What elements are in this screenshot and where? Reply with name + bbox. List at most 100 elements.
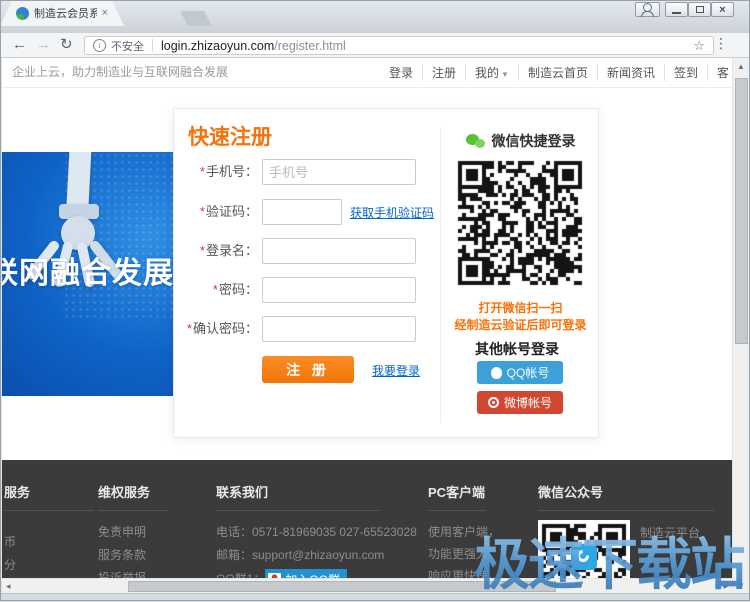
get-code-link[interactable]: 获取手机验证码 [350, 204, 434, 221]
footer-divider [428, 510, 486, 511]
new-tab-button[interactable] [180, 11, 212, 26]
nav-mine[interactable]: 我的 ▼ [466, 64, 519, 81]
qq1-label: QQ群1： [216, 568, 265, 579]
form-title: 快速注册 [188, 126, 272, 149]
join-qq-group-button[interactable]: 加入QQ群 [265, 568, 348, 578]
footer-link-disclaimer[interactable]: 免责申明 [98, 521, 168, 544]
footer-heading: 联系我们 [216, 485, 269, 500]
vertical-scrollbar-thumb[interactable] [735, 78, 748, 344]
footer-heading: PC客户端 [428, 485, 486, 500]
nav-signin[interactable]: 签到 [665, 64, 708, 81]
tab-title: 制造云会员系统 | 注册 [34, 8, 97, 20]
scroll-right-icon[interactable]: ▸ [723, 580, 728, 593]
username-input[interactable] [262, 238, 416, 264]
refresh-icon[interactable]: ↻ [60, 36, 73, 54]
close-icon: × [719, 3, 726, 16]
site-slogan: 企业上云，助力制造业与互联网融合发展 [12, 65, 229, 79]
footer-link-report[interactable]: 投诉举报 [98, 567, 168, 578]
field-row-code: *验证码： 获取手机验证码 [174, 199, 440, 225]
nav-home[interactable]: 制造云首页 [519, 64, 598, 81]
profile-button[interactable] [635, 2, 660, 17]
footer-col-service: 服务 币 分 合作 [4, 482, 94, 578]
contact-email: 邮箱：support@zhizaoyun.com [216, 548, 385, 562]
footer-divider [538, 510, 714, 511]
scroll-left-icon[interactable]: ◂ [6, 580, 11, 593]
scroll-up-icon[interactable]: ▲ [733, 62, 749, 71]
nav-register[interactable]: 注册 [423, 64, 466, 81]
footer-col-contact: 联系我们 电话：0571-81969035 027-65523028 邮箱：su… [216, 482, 417, 578]
footer-col-rights: 维权服务 免责申明 服务条款 投诉举报 [98, 482, 168, 578]
banner-headline: 联网融合发展 [2, 257, 173, 290]
code-label: *验证码： [199, 204, 258, 219]
footer-link[interactable]: 分 [4, 554, 94, 577]
footer-col-client: PC客户端 使用客户端， 功能更强大， 响应更快速。 下载 [428, 482, 502, 578]
chevron-down-icon: ▼ [501, 70, 509, 79]
forward-icon[interactable]: → [36, 36, 51, 54]
bookmark-star-icon[interactable]: ☆ [693, 38, 705, 54]
info-icon[interactable]: i [93, 39, 106, 52]
maximize-icon [695, 6, 704, 13]
client-line: 功能更强大， [428, 547, 501, 561]
weibo-login-button[interactable]: 微博帐号 [477, 391, 563, 414]
browser-tab[interactable]: 制造云会员系统 | 注册 × [0, 0, 124, 26]
page-footer: 服务 币 分 合作 维权服务 免责申明 服务条款 投诉举报 联系我们 电话：05… [2, 460, 733, 578]
code-input[interactable] [262, 199, 342, 225]
footer-link-terms[interactable]: 服务条款 [98, 544, 168, 567]
vertical-scrollbar[interactable]: ▲ ▼ [732, 58, 749, 593]
maximize-button[interactable] [688, 2, 711, 17]
client-line: 响应更快速。 [428, 569, 501, 578]
field-row-confirm: *确认密码： [174, 316, 440, 342]
nav-news[interactable]: 新闻资讯 [598, 64, 665, 81]
footer-link[interactable]: 币 [4, 531, 94, 554]
url-path: /register.html [274, 38, 346, 53]
phone-input[interactable] [262, 159, 416, 185]
close-button[interactable]: × [711, 2, 734, 17]
qr-center-logo [571, 544, 597, 570]
nav-service-clipped[interactable]: 客 [708, 64, 733, 81]
wechat-login-title: 微信快捷登录 [491, 133, 576, 149]
window-edge [0, 58, 2, 593]
wechat-tip-line2: 经制造云验证后即可登录 [454, 318, 587, 332]
tab-close-icon[interactable]: × [102, 8, 108, 19]
goto-login-link[interactable]: 我要登录 [372, 362, 420, 379]
scroll-down-icon[interactable]: ▼ [733, 581, 749, 590]
nav-links: 登录 注册 我的 ▼ 制造云首页 新闻资讯 签到 客 [380, 58, 733, 87]
confirm-password-label: *确认密码： [186, 321, 258, 336]
url-host: login.zhizaoyun.com [161, 38, 275, 53]
wechat-login-header: 微信快捷登录 [441, 131, 600, 151]
footer-divider [98, 510, 168, 511]
field-row-phone: *手机号： [174, 159, 440, 185]
minimize-icon [672, 11, 681, 14]
horizontal-scrollbar-thumb[interactable] [128, 581, 556, 592]
person-icon [641, 3, 654, 17]
footer-heading: 微信公众号 [538, 485, 604, 500]
security-label: 不安全 [111, 40, 144, 53]
register-submit-button[interactable]: 注 册 [262, 356, 354, 383]
minimize-button[interactable] [665, 2, 688, 17]
field-row-username: *登录名： [174, 238, 440, 264]
phone-label: *手机号： [199, 164, 258, 179]
footer-col-wechat: 微信公众号 制造云平台 [538, 482, 714, 578]
footer-heading: 维权服务 [98, 485, 151, 500]
weibo-icon [487, 397, 499, 408]
robot-arm-graphic [66, 152, 92, 211]
qq-login-button[interactable]: QQ帐号 [477, 361, 563, 384]
wechat-icon [465, 133, 486, 149]
browser-menu-icon[interactable]: ⋮ [714, 35, 728, 52]
back-icon[interactable]: ← [12, 36, 27, 54]
url-separator [152, 39, 153, 52]
other-login-title: 其他帐号登录 [475, 341, 559, 357]
nav-login[interactable]: 登录 [380, 64, 423, 81]
password-input[interactable] [262, 277, 416, 303]
footer-divider [4, 510, 94, 511]
wechat-tip-line1: 打开微信扫一扫 [478, 301, 563, 315]
horizontal-scrollbar[interactable]: ◂ ▸ [2, 578, 732, 593]
address-bar[interactable]: i 不安全 login.zhizaoyun.com/register.html … [84, 36, 714, 55]
confirm-password-input[interactable] [262, 316, 416, 342]
qq-group-row-1: QQ群1： 加入QQ群 [216, 568, 417, 578]
quick-login-panel: 微信快捷登录 打开微信扫一扫 经制造云验证后即可登录 其他帐号登录 QQ帐号 微… [441, 109, 600, 439]
footer-divider [216, 510, 380, 511]
site-favicon [16, 7, 29, 20]
promo-banner: 联网融合发展 [2, 152, 173, 396]
wechat-qr-code [454, 157, 586, 289]
